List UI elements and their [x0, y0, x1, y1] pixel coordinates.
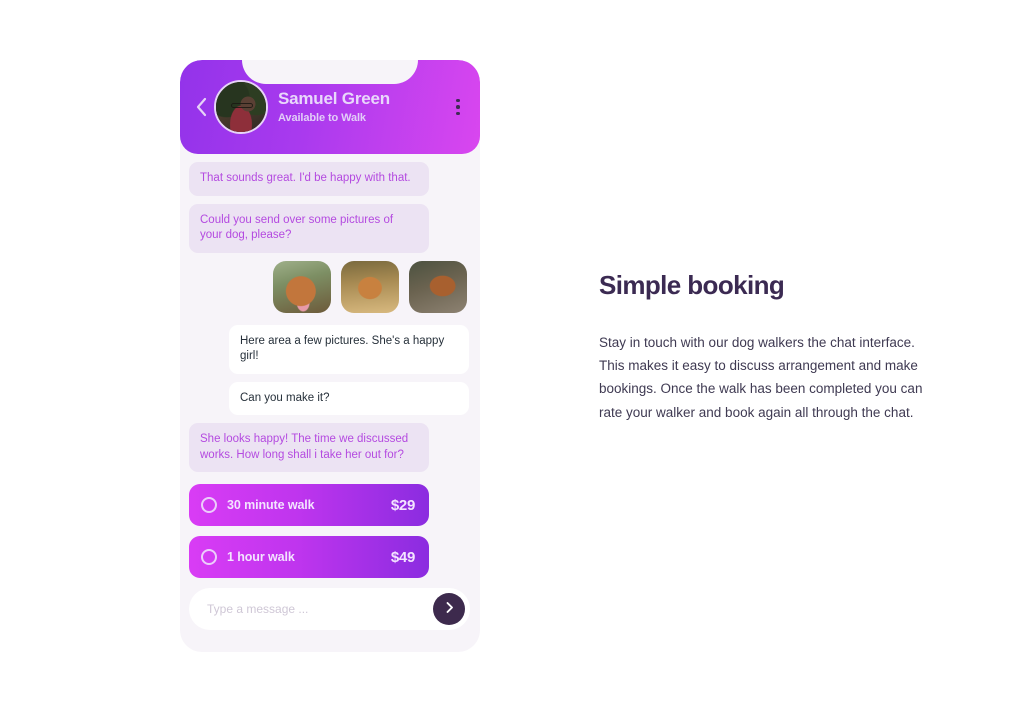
panel-description: Stay in touch with our dog walkers the c… — [599, 335, 923, 420]
radio-unchecked-icon[interactable] — [201, 497, 217, 514]
page-title: Simple booking — [599, 270, 785, 300]
walk-option-1-hour[interactable]: 1 hour walk $49 — [189, 536, 429, 579]
walk-option-row: 1 hour walk $49 — [189, 536, 469, 588]
chat-message-outgoing: Can you make it? — [229, 381, 469, 416]
walk-option-row: 30 minute walk $29 — [189, 484, 469, 536]
dog-photo-1[interactable] — [273, 260, 331, 313]
chevron-right-icon — [443, 601, 456, 617]
message-row: Can you make it? — [189, 381, 469, 416]
phone-chat-mockup: Samuel Green Available to Walk That soun… — [180, 60, 480, 652]
message-row: Could you send over some pictures of you… — [189, 203, 469, 253]
message-input[interactable] — [207, 602, 433, 616]
message-row: She looks happy! The time we discussed w… — [189, 423, 469, 473]
kebab-menu-icon[interactable] — [450, 98, 466, 116]
walk-option-price: $49 — [390, 548, 415, 566]
chat-thread: That sounds great. I'd be happy with tha… — [180, 154, 480, 588]
radio-unchecked-icon[interactable] — [201, 549, 217, 566]
chat-message-incoming: She looks happy! The time we discussed w… — [189, 423, 429, 473]
avatar[interactable] — [214, 80, 268, 134]
chat-message-incoming: Could you send over some pictures of you… — [189, 203, 429, 253]
walk-option-30-minute[interactable]: 30 minute walk $29 — [189, 484, 429, 527]
dog-photo-gallery — [189, 260, 467, 313]
chat-header: Samuel Green Available to Walk — [180, 60, 480, 154]
chat-header-text: Samuel Green Available to Walk — [278, 88, 450, 125]
chevron-left-icon[interactable] — [192, 92, 210, 122]
message-row: Here area a few pictures. She's a happy … — [189, 324, 469, 374]
chat-message-outgoing: Here area a few pictures. She's a happy … — [229, 324, 469, 374]
walk-option-label: 1 hour walk — [227, 550, 295, 565]
message-composer — [189, 588, 470, 630]
kebab-dot — [456, 98, 460, 103]
walk-option-price: $29 — [390, 496, 415, 514]
message-row: That sounds great. I'd be happy with tha… — [189, 162, 469, 196]
contact-status: Available to Walk — [278, 112, 366, 125]
chat-message-incoming: That sounds great. I'd be happy with tha… — [189, 162, 429, 196]
walk-option-label: 30 minute walk — [227, 498, 315, 513]
dog-photo-2[interactable] — [341, 260, 399, 313]
send-button[interactable] — [433, 593, 465, 625]
phone-notch — [242, 60, 418, 84]
feature-panel: Simple booking Stay in touch with our do… — [599, 270, 929, 424]
dog-photo-3[interactable] — [409, 260, 467, 313]
kebab-dot — [456, 105, 460, 109]
contact-name: Samuel Green — [278, 88, 390, 108]
kebab-dot — [456, 111, 460, 116]
page-root: Samuel Green Available to Walk That soun… — [0, 0, 1017, 704]
avatar-glasses — [231, 103, 253, 108]
